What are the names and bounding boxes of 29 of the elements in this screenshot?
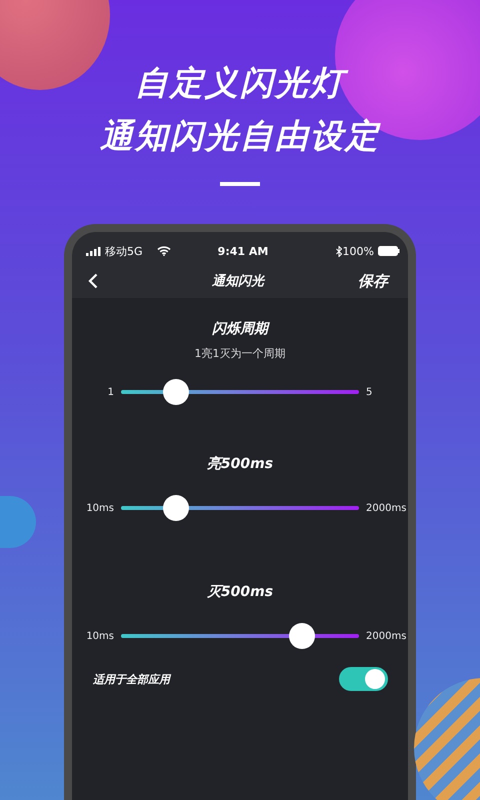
title-underline [220, 182, 260, 186]
headline: 通知闪光自由设定 [100, 115, 380, 157]
slider-thumb[interactable] [162, 379, 189, 405]
bluetooth-icon [336, 246, 342, 256]
slider[interactable] [121, 495, 359, 521]
section-title: 亮500ms [206, 455, 274, 473]
toggle-label: 适用于全部应用 [93, 672, 170, 686]
section-title: 闪烁周期 [212, 320, 268, 338]
slider[interactable] [121, 379, 359, 405]
min-label: 10ms [85, 502, 115, 514]
nav-title: 通知闪光 [212, 273, 264, 290]
save-button[interactable]: 保存 [358, 272, 388, 290]
slider-thumb[interactable] [288, 623, 315, 649]
min-label: 10ms [85, 630, 115, 642]
toggle-switch[interactable] [339, 667, 388, 691]
section-subtitle: 1亮1灭为一个周期 [194, 346, 286, 361]
section-title: 灭500ms [206, 583, 274, 601]
min-label: 1 [106, 386, 115, 398]
battery-icon [378, 246, 400, 256]
max-label: 2000ms [365, 502, 408, 514]
wifi-icon [156, 246, 171, 256]
carrier: 移动5G [105, 244, 143, 258]
slider[interactable] [121, 623, 359, 649]
slider-thumb[interactable] [162, 495, 189, 521]
signal-icon [86, 246, 101, 256]
max-label: 2000ms [365, 630, 408, 642]
battery-percent: 100% [342, 244, 374, 258]
status-time: 9:41 AM [218, 244, 268, 258]
max-label: 5 [365, 386, 374, 398]
